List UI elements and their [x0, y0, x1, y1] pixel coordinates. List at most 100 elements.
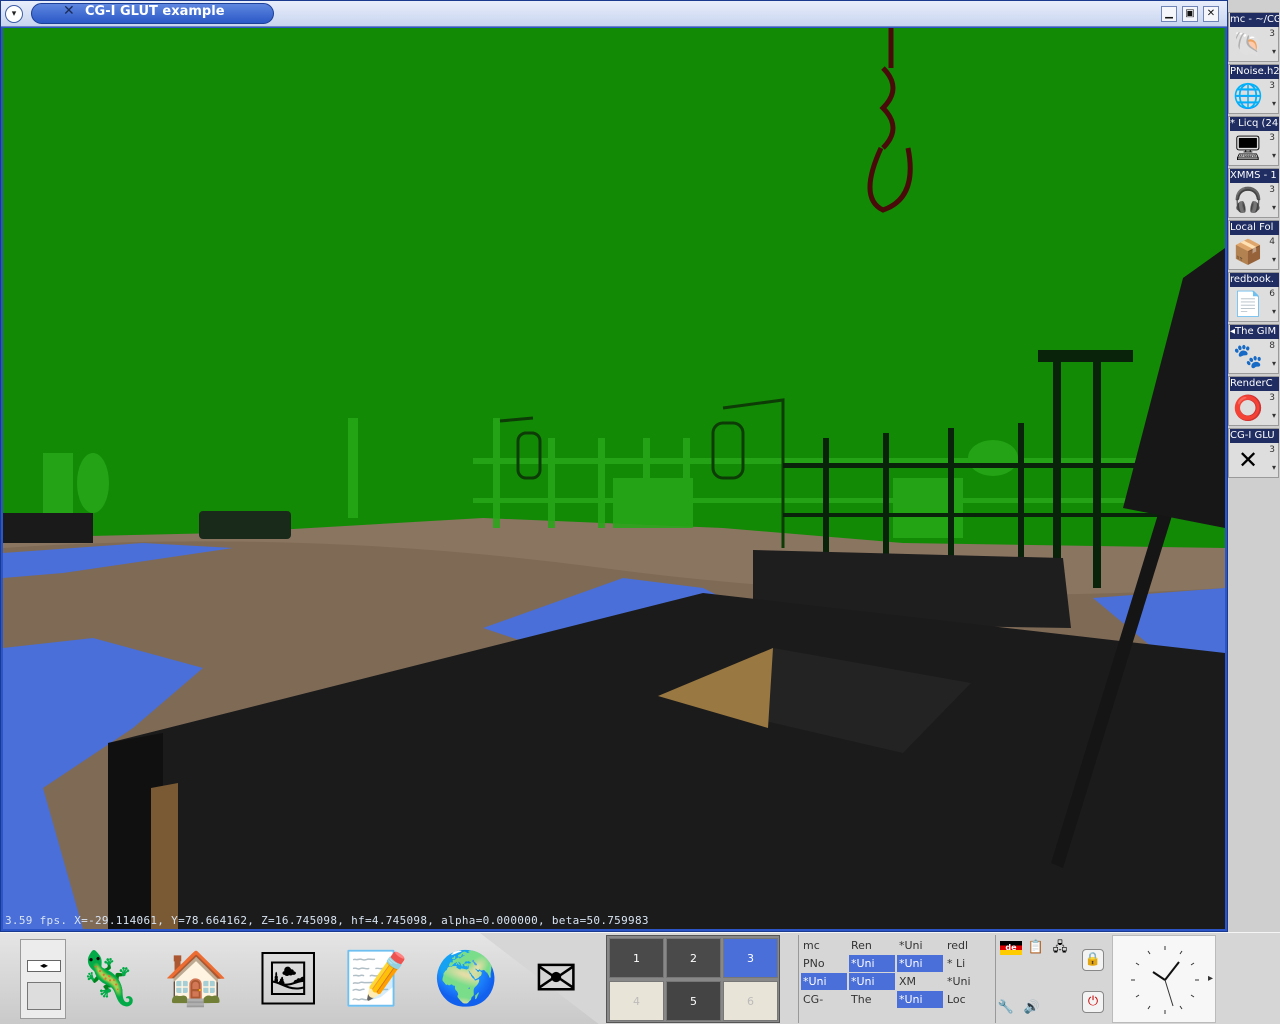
browser-icon: 🌐	[1233, 82, 1263, 110]
editor-launcher-icon[interactable]: 📝	[340, 943, 412, 1015]
pager-desktop[interactable]: 1	[609, 938, 664, 978]
clock-face-icon	[1131, 946, 1199, 1014]
desktop-number: 4	[1269, 237, 1275, 247]
glut-window[interactable]: ▾ ✕ CG-I GLUT example ▁ ▣ ✕ 3.59 fps. X=…	[0, 0, 1228, 932]
arrows-icon: ◂▸	[27, 960, 61, 972]
pager-desktop[interactable]: 6	[723, 981, 778, 1021]
suse-launcher-icon[interactable]: 🦎	[72, 943, 144, 1015]
taskbar-button[interactable]: *Uni	[849, 955, 895, 972]
desktop-number: 3	[1269, 29, 1275, 39]
clipboard-icon[interactable]: 📋	[1026, 939, 1046, 957]
sidebar-window-label: RenderC	[1230, 377, 1279, 391]
maximize-button[interactable]: ▣	[1182, 6, 1198, 22]
package-icon: 📦	[1233, 238, 1263, 266]
desktop-pager[interactable]: 123 456	[606, 935, 780, 1023]
desktop-number: 3	[1269, 393, 1275, 403]
desktop-number: 8	[1269, 341, 1275, 351]
taskbar-button[interactable]: *Uni	[897, 955, 943, 972]
mixer-icon[interactable]: 🔧	[996, 999, 1016, 1017]
scene-render	[3, 28, 1225, 929]
sidebar-window-item[interactable]: mc - ~/CG 🐚 3 ▾	[1228, 12, 1279, 62]
headphones-icon: 🎧	[1233, 186, 1263, 214]
sidebar-window-item[interactable]: ◂The GIM 🐾 8 ▾	[1228, 324, 1279, 374]
sidebar-window-label: XMMS - 1	[1230, 169, 1279, 183]
chevron-down-icon[interactable]: ▾	[1272, 359, 1276, 368]
lock-screen-icon[interactable]: 🔒	[1082, 949, 1104, 971]
title-bar[interactable]: ▾ ✕ CG-I GLUT example ▁ ▣ ✕	[1, 1, 1227, 27]
sidebar-window-item[interactable]: * Licq (24 🖥 3 ▾	[1228, 116, 1279, 166]
desktop-number: 3	[1269, 133, 1275, 143]
sidebar-window-item[interactable]: PNoise.h2 🌐 3 ▾	[1228, 64, 1279, 114]
session-buttons: 🔒 ⏻	[1078, 935, 1108, 1023]
sidebar-window-label: * Licq (24	[1230, 117, 1279, 131]
sidebar-window-label: mc - ~/CG	[1230, 13, 1279, 27]
logout-icon[interactable]: ⏻	[1082, 991, 1104, 1013]
web-launcher-icon[interactable]: 🌍	[430, 943, 502, 1015]
sidebar-window-item[interactable]: XMMS - 1 🎧 3 ▾	[1228, 168, 1279, 218]
pager-desktop[interactable]: 5	[666, 981, 721, 1021]
home-launcher-icon[interactable]: 🏠	[160, 943, 232, 1015]
analog-clock[interactable]	[1112, 935, 1216, 1023]
computer-icon: 🖥	[1232, 134, 1264, 162]
taskbar-button[interactable]: Ren	[849, 937, 895, 954]
chevron-down-icon[interactable]: ▾	[1272, 307, 1276, 316]
taskbar-button[interactable]: PNo	[801, 955, 847, 972]
sidebar-window-label: redbook.	[1230, 273, 1279, 287]
chevron-down-icon[interactable]: ▾	[1272, 411, 1276, 420]
sidebar-window-item[interactable]: redbook. 📄 6 ▾	[1228, 272, 1279, 322]
taskbar-button[interactable]: *Uni	[897, 991, 943, 1008]
x-app-icon: ✕	[63, 3, 75, 19]
sidebar-window-label: Local Fol	[1230, 221, 1279, 235]
taskbar-button[interactable]: CG-	[801, 991, 847, 1008]
drive-icon	[27, 982, 61, 1010]
desktop-number: 3	[1269, 185, 1275, 195]
close-button[interactable]: ✕	[1203, 6, 1219, 22]
sidebar-window-item[interactable]: RenderC ⭕ 3 ▾	[1228, 376, 1279, 426]
sidebar-window-label: ◂The GIM	[1230, 325, 1279, 339]
opengl-viewport[interactable]: 3.59 fps. X=-29.114061, Y=78.664162, Z=1…	[3, 28, 1225, 929]
keyboard-layout-flag[interactable]: de	[1000, 941, 1022, 955]
pager-desktop[interactable]: 2	[666, 938, 721, 978]
panel-applet[interactable]: ◂▸	[20, 939, 66, 1019]
network-icon[interactable]: 🖧	[1050, 939, 1070, 957]
fps-readout: 3.59 fps. X=-29.114061, Y=78.664162, Z=1…	[5, 914, 649, 927]
taskbar-button[interactable]: redl	[945, 937, 991, 954]
mail-launcher-icon[interactable]: ✉	[520, 943, 592, 1015]
minimize-button[interactable]: ▁	[1161, 6, 1177, 22]
taskbar-button[interactable]: *Uni	[897, 937, 943, 954]
document-icon: 📄	[1233, 290, 1263, 318]
volume-icon[interactable]: 🔊	[1022, 999, 1042, 1017]
chevron-down-icon[interactable]: ▾	[1272, 463, 1276, 472]
taskbar-button[interactable]: XM	[897, 973, 943, 990]
taskbar-button[interactable]: *Uni	[849, 973, 895, 990]
desktop-number: 3	[1269, 81, 1275, 91]
sidebar-window-item[interactable]: CG-I GLU ✕ 3 ▾	[1228, 428, 1279, 478]
desktop-number: 3	[1269, 445, 1275, 455]
taskbar-button[interactable]: The	[849, 991, 895, 1008]
chevron-down-icon[interactable]: ▾	[1272, 255, 1276, 264]
taskbar-button[interactable]: mc	[801, 937, 847, 954]
sidebar-window-item[interactable]: Local Fol 📦 4 ▾	[1228, 220, 1279, 270]
taskbar-button[interactable]: * Li	[945, 955, 991, 972]
sidebar-window-label: PNoise.h2	[1230, 65, 1279, 79]
chevron-down-icon[interactable]: ▾	[1272, 203, 1276, 212]
minimized-window-sidebar: mc - ~/CG 🐚 3 ▾ PNoise.h2 🌐 3 ▾ * Licq (24…	[1228, 12, 1280, 484]
taskbar-button[interactable]: *Uni	[945, 973, 991, 990]
chevron-down-icon[interactable]: ▾	[1272, 47, 1276, 56]
desktop-number: 6	[1269, 289, 1275, 299]
kde-panel: ◂▸ 🦎 🏠 🖼 📝 🌍 ✉ 123456 mc Ren *Uni redl PNo *Uni *Un…	[0, 932, 1280, 1024]
desktop-launcher-icon[interactable]: 🖼	[252, 943, 324, 1015]
taskbar-button[interactable]: Loc	[945, 991, 991, 1008]
clock-arrow-icon[interactable]: ▸	[1208, 973, 1213, 984]
taskbar[interactable]: mc Ren *Uni redl PNo *Uni *Uni * Li *Uni *Uni XM *U…	[798, 935, 994, 1023]
window-menu-button[interactable]: ▾	[5, 5, 23, 23]
pager-desktop[interactable]: 4	[609, 981, 664, 1021]
pager-desktop[interactable]: 3	[723, 938, 778, 978]
ring-icon: ⭕	[1233, 394, 1263, 422]
shell-icon: 🐚	[1233, 30, 1263, 58]
gimp-icon: 🐾	[1233, 342, 1263, 370]
x-window-icon: ✕	[1237, 446, 1259, 474]
chevron-down-icon[interactable]: ▾	[1272, 151, 1276, 160]
chevron-down-icon[interactable]: ▾	[1272, 99, 1276, 108]
taskbar-button[interactable]: *Uni	[801, 973, 847, 990]
